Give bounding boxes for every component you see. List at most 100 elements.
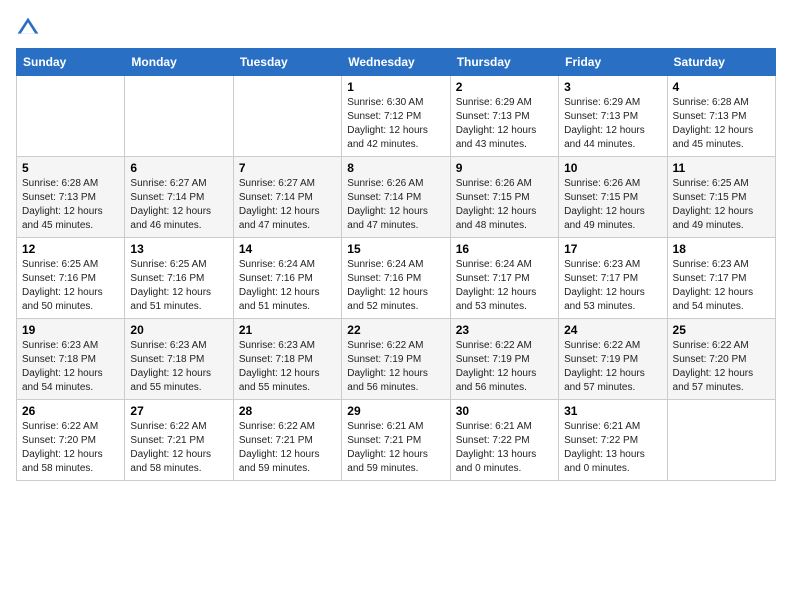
day-info: Sunrise: 6:23 AM Sunset: 7:18 PM Dayligh…	[130, 339, 227, 395]
calendar-cell	[667, 400, 775, 481]
calendar-cell: 12Sunrise: 6:25 AM Sunset: 7:16 PM Dayli…	[17, 238, 125, 319]
day-info: Sunrise: 6:22 AM Sunset: 7:21 PM Dayligh…	[239, 420, 336, 476]
day-info: Sunrise: 6:22 AM Sunset: 7:19 PM Dayligh…	[456, 339, 553, 395]
day-number: 26	[22, 404, 119, 418]
calendar-cell: 27 Sunrise: 6:22 AM Sunset: 7:21 PM Dayli…	[125, 400, 233, 481]
day-number: 1	[347, 80, 444, 94]
calendar-cell: 26Sunrise: 6:22 AM Sunset: 7:20 PM Dayli…	[17, 400, 125, 481]
day-info: Sunrise: 6:23 AM Sunset: 7:17 PM Dayligh…	[564, 258, 661, 314]
day-number: 30	[456, 404, 553, 418]
day-info: Sunrise: 6:24 AM Sunset: 7:16 PM Dayligh…	[347, 258, 444, 314]
day-info: Sunrise: 6:21 AM Sunset: 7:22 PM Dayligh…	[456, 420, 553, 476]
day-info: Sunrise: 6:26 AM Sunset: 7:15 PM Dayligh…	[456, 177, 553, 233]
day-number: 13	[130, 242, 227, 256]
day-info: Sunrise: 6:21 AM Sunset: 7:22 PM Dayligh…	[564, 420, 661, 476]
day-number: 14	[239, 242, 336, 256]
day-info: Sunrise: 6:22 AM Sunset: 7:19 PM Dayligh…	[564, 339, 661, 395]
day-number: 6	[130, 161, 227, 175]
calendar-week-5: 26Sunrise: 6:22 AM Sunset: 7:20 PM Dayli…	[17, 400, 776, 481]
calendar-cell: 29Sunrise: 6:21 AM Sunset: 7:21 PM Dayli…	[342, 400, 450, 481]
calendar-cell: 25 Sunrise: 6:22 AM Sunset: 7:20 PM Dayli…	[667, 319, 775, 400]
calendar-header-row: SundayMondayTuesdayWednesdayThursdayFrid…	[17, 49, 776, 76]
logo	[16, 16, 44, 40]
day-info: Sunrise: 6:22 AM Sunset: 7:20 PM Dayligh…	[673, 339, 770, 395]
day-number: 11	[673, 161, 770, 175]
column-header-friday: Friday	[559, 49, 667, 76]
day-info: Sunrise: 6:27 AM Sunset: 7:14 PM Dayligh…	[239, 177, 336, 233]
day-info: Sunrise: 6:22 AM Sunset: 7:21 PM Dayligh…	[130, 420, 227, 476]
calendar-cell: 13 Sunrise: 6:25 AM Sunset: 7:16 PM Dayli…	[125, 238, 233, 319]
day-number: 20	[130, 323, 227, 337]
calendar-cell: 1 Sunrise: 6:30 AM Sunset: 7:12 PM Daylig…	[342, 76, 450, 157]
day-info: Sunrise: 6:22 AM Sunset: 7:19 PM Dayligh…	[347, 339, 444, 395]
calendar-week-4: 19 Sunrise: 6:23 AM Sunset: 7:18 PM Dayli…	[17, 319, 776, 400]
calendar-cell: 28 Sunrise: 6:22 AM Sunset: 7:21 PM Dayli…	[233, 400, 341, 481]
day-number: 2	[456, 80, 553, 94]
calendar-cell	[233, 76, 341, 157]
calendar-cell: 14 Sunrise: 6:24 AM Sunset: 7:16 PM Dayli…	[233, 238, 341, 319]
calendar-cell: 22 Sunrise: 6:22 AM Sunset: 7:19 PM Dayli…	[342, 319, 450, 400]
day-number: 10	[564, 161, 661, 175]
calendar-cell	[17, 76, 125, 157]
day-info: Sunrise: 6:25 AM Sunset: 7:16 PM Dayligh…	[22, 258, 119, 314]
calendar-cell: 11 Sunrise: 6:25 AM Sunset: 7:15 PM Dayli…	[667, 157, 775, 238]
day-info: Sunrise: 6:28 AM Sunset: 7:13 PM Dayligh…	[22, 177, 119, 233]
day-number: 28	[239, 404, 336, 418]
day-info: Sunrise: 6:24 AM Sunset: 7:17 PM Dayligh…	[456, 258, 553, 314]
calendar-cell: 8Sunrise: 6:26 AM Sunset: 7:14 PM Daylig…	[342, 157, 450, 238]
day-info: Sunrise: 6:24 AM Sunset: 7:16 PM Dayligh…	[239, 258, 336, 314]
calendar-cell: 30 Sunrise: 6:21 AM Sunset: 7:22 PM Dayli…	[450, 400, 558, 481]
calendar-cell: 23 Sunrise: 6:22 AM Sunset: 7:19 PM Dayli…	[450, 319, 558, 400]
day-number: 27	[130, 404, 227, 418]
day-info: Sunrise: 6:23 AM Sunset: 7:18 PM Dayligh…	[22, 339, 119, 395]
day-number: 24	[564, 323, 661, 337]
day-info: Sunrise: 6:29 AM Sunset: 7:13 PM Dayligh…	[564, 96, 661, 152]
calendar-cell: 16Sunrise: 6:24 AM Sunset: 7:17 PM Dayli…	[450, 238, 558, 319]
day-number: 7	[239, 161, 336, 175]
day-number: 4	[673, 80, 770, 94]
day-number: 5	[22, 161, 119, 175]
day-number: 23	[456, 323, 553, 337]
day-number: 22	[347, 323, 444, 337]
day-info: Sunrise: 6:23 AM Sunset: 7:17 PM Dayligh…	[673, 258, 770, 314]
day-number: 17	[564, 242, 661, 256]
day-number: 18	[673, 242, 770, 256]
column-header-monday: Monday	[125, 49, 233, 76]
page-header	[16, 16, 776, 40]
calendar-cell: 6 Sunrise: 6:27 AM Sunset: 7:14 PM Daylig…	[125, 157, 233, 238]
column-header-thursday: Thursday	[450, 49, 558, 76]
calendar-week-1: 1 Sunrise: 6:30 AM Sunset: 7:12 PM Daylig…	[17, 76, 776, 157]
calendar-week-2: 5 Sunrise: 6:28 AM Sunset: 7:13 PM Daylig…	[17, 157, 776, 238]
column-header-saturday: Saturday	[667, 49, 775, 76]
day-number: 25	[673, 323, 770, 337]
day-info: Sunrise: 6:23 AM Sunset: 7:18 PM Dayligh…	[239, 339, 336, 395]
calendar-cell: 9 Sunrise: 6:26 AM Sunset: 7:15 PM Daylig…	[450, 157, 558, 238]
calendar-cell: 5 Sunrise: 6:28 AM Sunset: 7:13 PM Daylig…	[17, 157, 125, 238]
calendar-week-3: 12Sunrise: 6:25 AM Sunset: 7:16 PM Dayli…	[17, 238, 776, 319]
calendar-cell: 3 Sunrise: 6:29 AM Sunset: 7:13 PM Daylig…	[559, 76, 667, 157]
day-number: 15	[347, 242, 444, 256]
day-number: 19	[22, 323, 119, 337]
calendar-cell: 17 Sunrise: 6:23 AM Sunset: 7:17 PM Dayli…	[559, 238, 667, 319]
day-info: Sunrise: 6:26 AM Sunset: 7:15 PM Dayligh…	[564, 177, 661, 233]
calendar-cell	[125, 76, 233, 157]
day-info: Sunrise: 6:30 AM Sunset: 7:12 PM Dayligh…	[347, 96, 444, 152]
calendar-cell: 20 Sunrise: 6:23 AM Sunset: 7:18 PM Dayli…	[125, 319, 233, 400]
day-info: Sunrise: 6:29 AM Sunset: 7:13 PM Dayligh…	[456, 96, 553, 152]
calendar-cell: 2 Sunrise: 6:29 AM Sunset: 7:13 PM Daylig…	[450, 76, 558, 157]
day-info: Sunrise: 6:27 AM Sunset: 7:14 PM Dayligh…	[130, 177, 227, 233]
day-info: Sunrise: 6:25 AM Sunset: 7:16 PM Dayligh…	[130, 258, 227, 314]
calendar-cell: 15 Sunrise: 6:24 AM Sunset: 7:16 PM Dayli…	[342, 238, 450, 319]
calendar-cell: 7 Sunrise: 6:27 AM Sunset: 7:14 PM Daylig…	[233, 157, 341, 238]
day-info: Sunrise: 6:28 AM Sunset: 7:13 PM Dayligh…	[673, 96, 770, 152]
day-number: 3	[564, 80, 661, 94]
day-info: Sunrise: 6:26 AM Sunset: 7:14 PM Dayligh…	[347, 177, 444, 233]
day-info: Sunrise: 6:21 AM Sunset: 7:21 PM Dayligh…	[347, 420, 444, 476]
day-number: 9	[456, 161, 553, 175]
logo-icon	[16, 16, 40, 40]
calendar-table: SundayMondayTuesdayWednesdayThursdayFrid…	[16, 48, 776, 481]
calendar-cell: 31Sunrise: 6:21 AM Sunset: 7:22 PM Dayli…	[559, 400, 667, 481]
day-info: Sunrise: 6:25 AM Sunset: 7:15 PM Dayligh…	[673, 177, 770, 233]
calendar-cell: 18 Sunrise: 6:23 AM Sunset: 7:17 PM Dayli…	[667, 238, 775, 319]
calendar-cell: 21Sunrise: 6:23 AM Sunset: 7:18 PM Dayli…	[233, 319, 341, 400]
